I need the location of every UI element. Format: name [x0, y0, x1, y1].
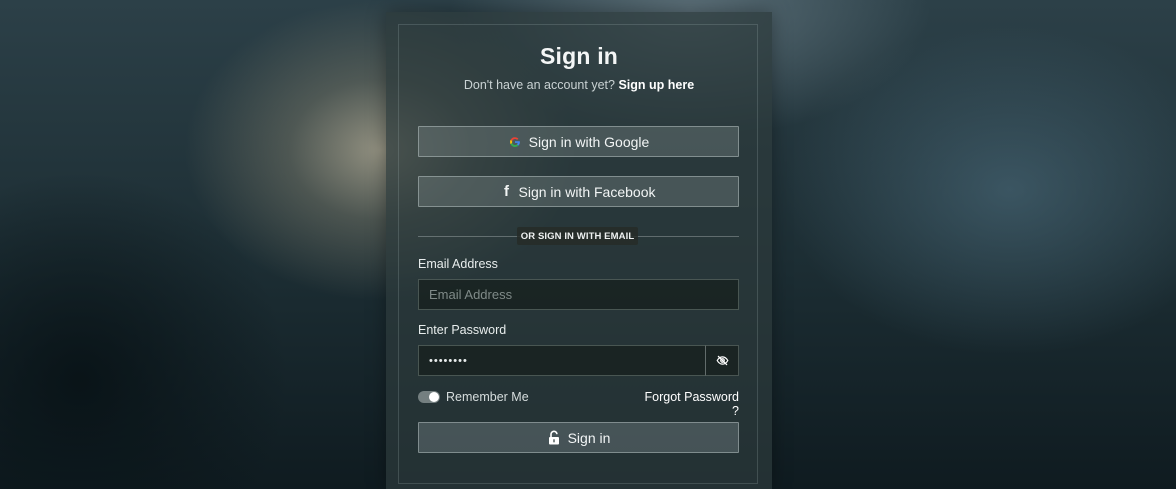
facebook-signin-label: Sign in with Facebook	[518, 183, 656, 200]
google-signin-label: Sign in with Google	[528, 133, 650, 150]
facebook-signin-button[interactable]: f Sign in with Facebook	[418, 176, 739, 207]
password-label: Enter Password	[418, 323, 507, 337]
toggle-knob	[429, 392, 439, 402]
signup-prompt-text: Don't have an account yet?	[463, 78, 615, 92]
signup-prompt: Don't have an account yet? Sign up here	[386, 78, 772, 92]
signin-panel: Sign in Don't have an account yet? Sign …	[386, 12, 772, 489]
divider-label: OR SIGN IN WITH EMAIL	[517, 227, 638, 245]
google-signin-button[interactable]: Sign in with Google	[418, 126, 739, 157]
facebook-icon: f	[504, 183, 510, 200]
remember-me-toggle[interactable]	[418, 391, 440, 403]
signin-submit-button[interactable]: Sign in	[418, 422, 739, 453]
toggle-password-visibility-button[interactable]	[705, 345, 739, 376]
email-label: Email Address	[418, 257, 498, 271]
remember-me: Remember Me	[418, 390, 529, 404]
password-field[interactable]	[418, 345, 706, 376]
page-title: Sign in	[539, 43, 619, 69]
signup-link[interactable]: Sign up here	[618, 78, 694, 92]
signin-submit-label: Sign in	[567, 429, 611, 446]
email-field[interactable]	[418, 279, 739, 310]
google-icon	[509, 136, 520, 147]
forgot-password-link[interactable]: Forgot Password ?	[639, 390, 739, 418]
eye-slash-icon	[716, 355, 728, 366]
remember-me-label: Remember Me	[446, 390, 529, 404]
lock-open-icon	[548, 430, 559, 445]
